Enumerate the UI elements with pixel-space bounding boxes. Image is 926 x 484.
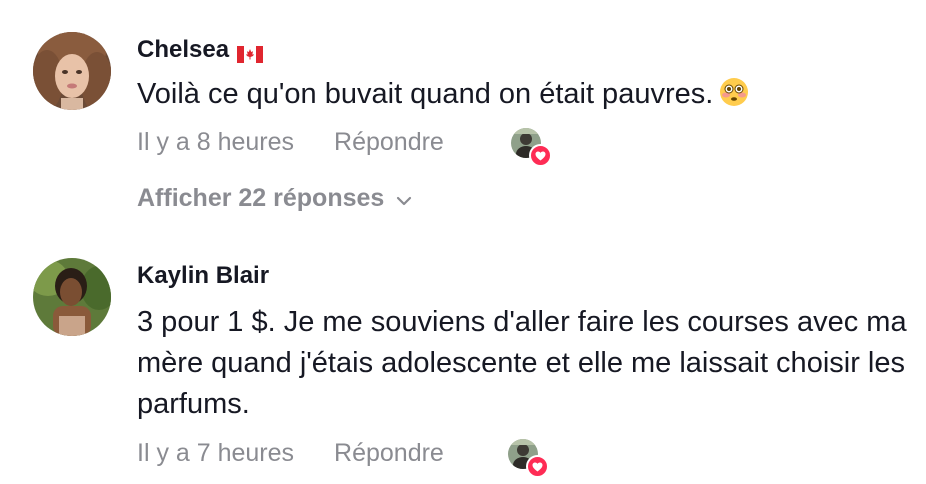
view-replies-label: Afficher 22 réponses — [137, 184, 385, 212]
comment-timestamp: Il y a 8 heures — [137, 128, 295, 156]
comment-text: Voilà ce qu'on buvait quand on était pau… — [137, 74, 907, 119]
comment-text: 3 pour 1 $. Je me souviens d'aller faire… — [137, 302, 907, 425]
username-text: Kaylin Blair — [137, 262, 270, 289]
reply-button[interactable]: Répondre — [334, 128, 444, 157]
comment-text-content: 3 pour 1 $. Je me souviens d'aller faire… — [137, 306, 907, 420]
comment-username[interactable]: Kaylin Blair — [137, 262, 269, 290]
comment-item: Kaylin Blair 3 pour 1 $. Je me souviens … — [0, 230, 926, 484]
comment-item: Chelsea Voilà ce qu'on buvait quand on é… — [0, 0, 926, 230]
chevron-down-icon — [396, 184, 412, 213]
creator-liked-badge — [508, 439, 549, 479]
comment-meta: Il y a 8 heures Répondre — [137, 128, 444, 157]
username-text: Chelsea — [137, 36, 230, 63]
comment-text-content: Voilà ce qu'on buvait quand on était pau… — [137, 78, 714, 110]
creator-liked-badge — [511, 128, 552, 168]
comment-username[interactable]: Chelsea — [137, 36, 264, 64]
heart-icon — [529, 144, 552, 167]
avatar[interactable] — [33, 32, 111, 110]
heart-icon — [526, 455, 549, 478]
comment-timestamp: Il y a 7 heures — [137, 439, 295, 467]
flushed-face-emoji-icon — [719, 77, 749, 119]
view-replies-button[interactable]: Afficher 22 réponses — [137, 184, 412, 213]
comment-meta: Il y a 7 heures Répondre — [137, 439, 444, 468]
canada-flag-icon — [237, 42, 264, 63]
avatar[interactable] — [33, 258, 111, 336]
avatar-image — [33, 32, 111, 110]
reply-button[interactable]: Répondre — [334, 439, 444, 468]
avatar-image — [33, 258, 111, 336]
